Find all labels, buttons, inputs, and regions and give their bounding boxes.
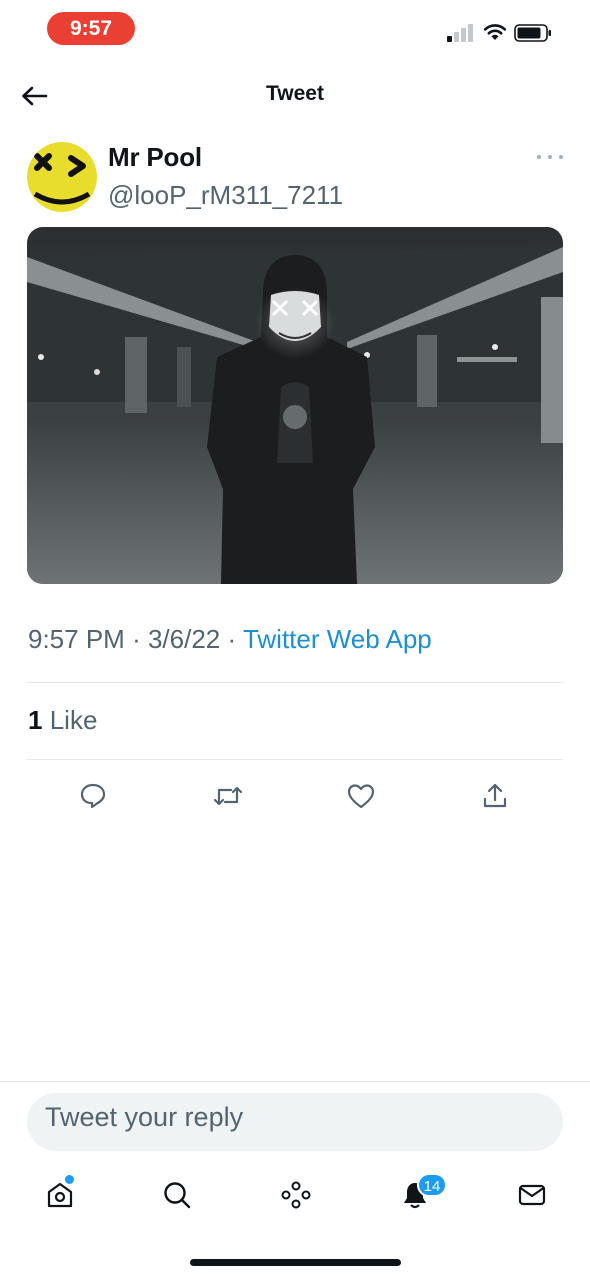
- like-count-label: Like: [49, 705, 98, 735]
- share-icon: [483, 783, 507, 808]
- reply-icon: [80, 783, 106, 809]
- tweet-photo: [27, 227, 563, 584]
- battery-icon: [514, 24, 551, 42]
- more-icon: [537, 155, 541, 159]
- tab-spaces[interactable]: [278, 1177, 314, 1213]
- tweet-source-link[interactable]: Twitter Web App: [243, 624, 432, 654]
- divider: [0, 1081, 590, 1082]
- more-options-button[interactable]: [537, 150, 563, 164]
- retweet-icon: [213, 786, 243, 806]
- like-button[interactable]: [345, 780, 377, 812]
- avatar-image: [27, 142, 97, 212]
- reply-input[interactable]: [45, 1102, 563, 1133]
- meta-separator: ·: [227, 624, 237, 654]
- notifications-badge: 14: [417, 1173, 447, 1197]
- retweet-button[interactable]: [212, 780, 244, 812]
- author-name[interactable]: Mr Pool: [108, 142, 202, 173]
- tweet-header: Tweet: [0, 72, 590, 120]
- status-bar: 9:57: [0, 0, 590, 58]
- tweet-date: 3/6/22: [147, 624, 221, 654]
- home-unread-dot: [65, 1175, 74, 1184]
- divider: [27, 682, 563, 683]
- home-icon: [47, 1182, 73, 1208]
- divider: [27, 759, 563, 760]
- tweet-media[interactable]: [27, 227, 563, 584]
- cellular-signal-icon: [447, 24, 473, 42]
- likes-count[interactable]: 1 Like: [28, 705, 97, 736]
- share-button[interactable]: [479, 780, 511, 812]
- like-count-number: 1: [28, 705, 43, 735]
- tab-messages[interactable]: [514, 1177, 550, 1213]
- messages-icon: [518, 1184, 546, 1206]
- like-icon: [347, 784, 375, 809]
- wifi-icon: [483, 24, 507, 40]
- search-icon: [164, 1182, 191, 1209]
- status-time: 9:57: [47, 12, 135, 45]
- avatar[interactable]: [27, 142, 97, 212]
- tweet-time: 9:57 PM: [28, 624, 125, 654]
- spaces-icon: [281, 1181, 311, 1209]
- page-title: Tweet: [266, 82, 324, 105]
- tab-search[interactable]: [159, 1177, 195, 1213]
- meta-separator: ·: [132, 624, 141, 654]
- author-handle[interactable]: @looP_rM311_7211: [108, 180, 343, 211]
- reply-composer[interactable]: [27, 1093, 563, 1151]
- home-indicator[interactable]: [190, 1259, 401, 1266]
- tweet-timestamp: 9:57 PM · 3/6/22 · Twitter Web App: [28, 624, 432, 655]
- reply-button[interactable]: [77, 780, 109, 812]
